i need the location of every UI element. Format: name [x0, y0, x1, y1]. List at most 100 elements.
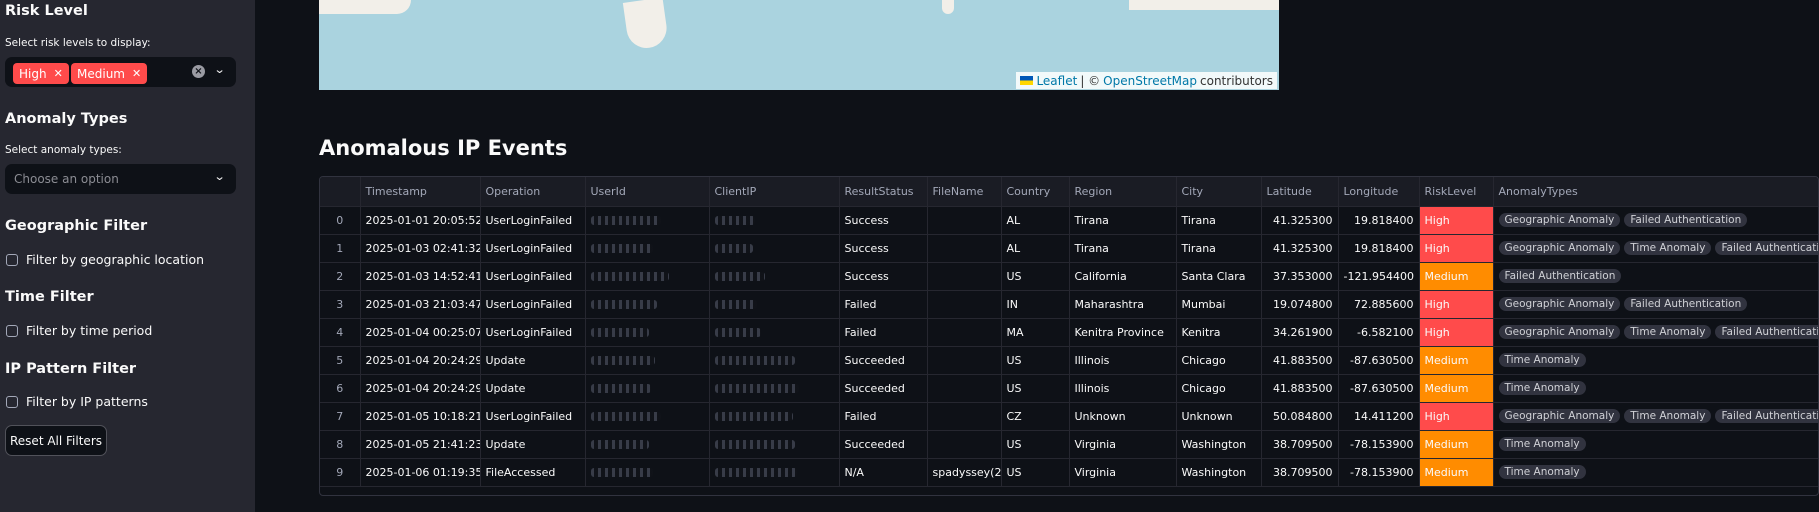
- row-index-cell: 0: [320, 206, 361, 235]
- time-filter-heading: Time Filter: [5, 289, 94, 305]
- clientip-cell: [709, 346, 840, 375]
- reset-all-filters-button[interactable]: Reset All Filters: [5, 425, 107, 456]
- redacted-clientip: [714, 216, 755, 225]
- risk-level-cell: Medium: [1419, 346, 1494, 375]
- ip-filter-label: Filter by IP patterns: [26, 394, 148, 409]
- table-row[interactable]: 6 2025-01-04 20:24:29 Update Succeeded US Ill…: [320, 374, 1818, 403]
- column-header[interactable]: Region: [1069, 177, 1177, 207]
- table-row[interactable]: 5 2025-01-04 20:24:29 Update Succeeded US Ill…: [320, 346, 1818, 375]
- operation-cell: Update: [480, 374, 586, 403]
- risk-tag-high-label: High: [19, 66, 47, 81]
- table-row[interactable]: 4 2025-01-04 00:25:07 UserLoginFailed Faile…: [320, 318, 1818, 347]
- risk-tag-medium[interactable]: Medium ✕: [71, 63, 148, 84]
- risk-level-cell: Medium: [1419, 430, 1494, 459]
- anomaly-types-cell: Geographic Anomaly Time Anomaly Failed Aut…: [1493, 234, 1818, 263]
- timestamp-cell: 2025-01-03 14:52:41: [360, 262, 481, 291]
- table-row[interactable]: 8 2025-01-05 21:41:23 Update Succeeded US Vir…: [320, 430, 1818, 459]
- redacted-userid: [590, 356, 655, 365]
- risk-level-label: Select risk levels to display:: [5, 37, 151, 49]
- ip-filter-checkbox[interactable]: [6, 395, 18, 408]
- table-row[interactable]: 2 2025-01-03 14:52:41 UserLoginFailed Succe…: [320, 262, 1818, 291]
- ip-filter-checkbox-row[interactable]: Filter by IP patterns: [6, 394, 148, 409]
- operation-cell: UserLoginFailed: [480, 234, 586, 263]
- attribution-tail: contributors: [1200, 73, 1273, 88]
- region-cell: Tirana: [1069, 206, 1177, 235]
- map-landmass: [319, 0, 411, 14]
- anomaly-tag: Time Anomaly: [1498, 465, 1586, 479]
- redacted-clientip: [714, 468, 797, 477]
- risk-level-cell: Medium: [1419, 458, 1494, 487]
- osm-link[interactable]: OpenStreetMap: [1103, 74, 1197, 88]
- row-index-cell: 7: [320, 402, 361, 431]
- longitude-cell: -6.582100: [1338, 318, 1420, 347]
- map[interactable]: Leaflet | © OpenStreetMap contributors: [319, 0, 1279, 90]
- chevron-down-icon[interactable]: ⌄: [213, 63, 225, 76]
- risk-tag-high[interactable]: High ✕: [13, 63, 69, 84]
- anomaly-types-heading: Anomaly Types: [5, 111, 128, 127]
- column-header[interactable]: Latitude: [1261, 177, 1339, 207]
- map-landmass: [622, 0, 670, 51]
- anomaly-types-cell: Geographic Anomaly Failed Authentication: [1493, 290, 1818, 319]
- column-header[interactable]: RiskLevel: [1419, 177, 1494, 207]
- filename-cell: [927, 262, 1002, 291]
- row-index-cell: 3: [320, 290, 361, 319]
- table-row[interactable]: 7 2025-01-05 10:18:21 UserLoginFailed Faile…: [320, 402, 1818, 431]
- column-header[interactable]: AnomalyTypes: [1493, 177, 1818, 207]
- geo-filter-label: Filter by geographic location: [26, 252, 205, 267]
- risk-level-heading: Risk Level: [5, 3, 88, 19]
- result-status-cell: Failed: [839, 402, 928, 431]
- remove-tag-icon[interactable]: ✕: [132, 67, 141, 80]
- redacted-clientip: [714, 412, 793, 421]
- anomaly-tag: Geographic Anomaly: [1498, 297, 1621, 311]
- leaflet-link[interactable]: Leaflet: [1036, 74, 1077, 88]
- risk-level-multiselect[interactable]: High ✕ Medium ✕ × ⌄: [5, 57, 236, 87]
- ukraine-flag-icon: [1020, 76, 1034, 85]
- region-cell: Kenitra Province: [1069, 318, 1177, 347]
- remove-tag-icon[interactable]: ✕: [54, 67, 63, 80]
- time-filter-checkbox[interactable]: [6, 324, 18, 337]
- column-header[interactable]: ClientIP: [709, 177, 840, 207]
- userid-cell: [585, 374, 710, 403]
- latitude-cell: 41.325300: [1261, 234, 1339, 263]
- time-filter-checkbox-row[interactable]: Filter by time period: [6, 323, 152, 338]
- country-cell: US: [1001, 458, 1070, 487]
- column-header[interactable]: Country: [1001, 177, 1070, 207]
- geo-filter-checkbox-row[interactable]: Filter by geographic location: [6, 252, 204, 267]
- filename-cell: [927, 346, 1002, 375]
- result-status-cell: Succeeded: [839, 430, 928, 459]
- latitude-cell: 38.709500: [1261, 430, 1339, 459]
- clear-all-icon[interactable]: ×: [192, 65, 205, 78]
- events-table[interactable]: Timestamp Operation UserId ClientIP ResultSt…: [319, 176, 1819, 496]
- column-header[interactable]: FileName: [927, 177, 1002, 207]
- anomaly-types-cell: Failed Authentication: [1493, 262, 1818, 291]
- table-row[interactable]: 0 2025-01-01 20:05:52 UserLoginFailed Succe…: [320, 206, 1818, 235]
- column-header[interactable]: ResultStatus: [839, 177, 928, 207]
- column-header[interactable]: UserId: [585, 177, 710, 207]
- filename-cell: [927, 430, 1002, 459]
- table-row[interactable]: 9 2025-01-06 01:19:35 FileAccessed N/A spady…: [320, 458, 1818, 487]
- operation-cell: UserLoginFailed: [480, 318, 586, 347]
- filename-cell: [927, 374, 1002, 403]
- chevron-down-icon[interactable]: ⌄: [213, 170, 225, 183]
- anomaly-types-select[interactable]: Choose an option ⌄: [5, 164, 236, 194]
- column-header[interactable]: City: [1176, 177, 1262, 207]
- table-row[interactable]: 1 2025-01-03 02:41:32 UserLoginFailed Succe…: [320, 234, 1818, 263]
- filename-cell: [927, 290, 1002, 319]
- geo-filter-checkbox[interactable]: [6, 253, 18, 266]
- column-header[interactable]: Longitude: [1338, 177, 1420, 207]
- city-cell: Chicago: [1176, 346, 1262, 375]
- anomaly-types-cell: Geographic Anomaly Time Anomaly Failed Aut…: [1493, 318, 1818, 347]
- table-row[interactable]: 3 2025-01-03 21:03:47 UserLoginFailed Faile…: [320, 290, 1818, 319]
- column-header[interactable]: [320, 177, 361, 207]
- clientip-cell: [709, 374, 840, 403]
- redacted-clientip: [714, 272, 765, 281]
- region-cell: California: [1069, 262, 1177, 291]
- timestamp-cell: 2025-01-01 20:05:52: [360, 206, 481, 235]
- latitude-cell: 19.074800: [1261, 290, 1339, 319]
- column-header[interactable]: Operation: [480, 177, 586, 207]
- anomaly-types-cell: Geographic Anomaly Time Anomaly Failed Aut…: [1493, 402, 1818, 431]
- clientip-cell: [709, 402, 840, 431]
- city-cell: Tirana: [1176, 206, 1262, 235]
- city-cell: Chicago: [1176, 374, 1262, 403]
- column-header[interactable]: Timestamp: [360, 177, 481, 207]
